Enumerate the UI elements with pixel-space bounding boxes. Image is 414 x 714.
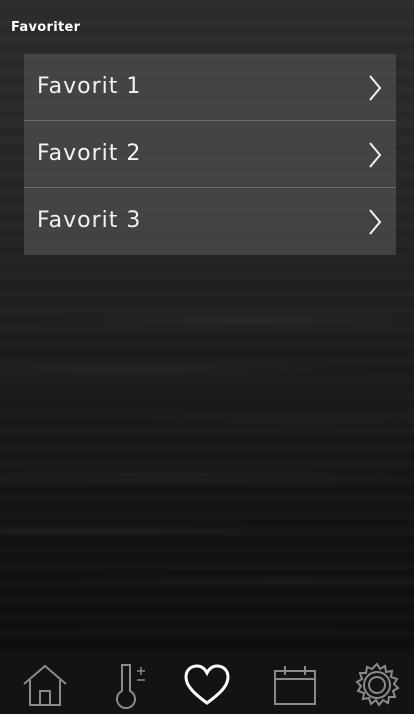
favorite-label: Favorit 1 <box>37 74 142 99</box>
heart-icon <box>184 664 230 705</box>
chevron-right-icon <box>369 209 382 235</box>
tab-favorites[interactable] <box>182 660 232 710</box>
page-title: Favoriter <box>11 20 81 35</box>
favorite-label: Favorit 3 <box>37 208 142 233</box>
thermometer-icon <box>116 664 145 709</box>
favorite-label: Favorit 2 <box>37 141 142 166</box>
chevron-right-icon <box>369 75 382 101</box>
tab-home[interactable] <box>20 660 70 710</box>
favorites-list: Favorit 1 Favorit 2 Favorit 3 <box>24 54 396 255</box>
home-icon <box>23 664 67 706</box>
favorite-item-1[interactable]: Favorit 1 <box>24 54 396 121</box>
favorite-item-2[interactable]: Favorit 2 <box>24 121 396 188</box>
chevron-right-icon <box>369 142 382 168</box>
favorite-item-3[interactable]: Favorit 3 <box>24 188 396 255</box>
screen: Favoriter Favorit 1 Favorit 2 Favorit 3 <box>0 0 414 714</box>
calendar-icon <box>274 666 316 705</box>
tab-calendar[interactable] <box>270 660 320 710</box>
tab-thermometer[interactable] <box>105 660 155 710</box>
water-background <box>0 300 414 650</box>
tab-bar <box>0 652 414 714</box>
tab-settings[interactable] <box>352 660 402 710</box>
gear-icon <box>355 662 400 707</box>
